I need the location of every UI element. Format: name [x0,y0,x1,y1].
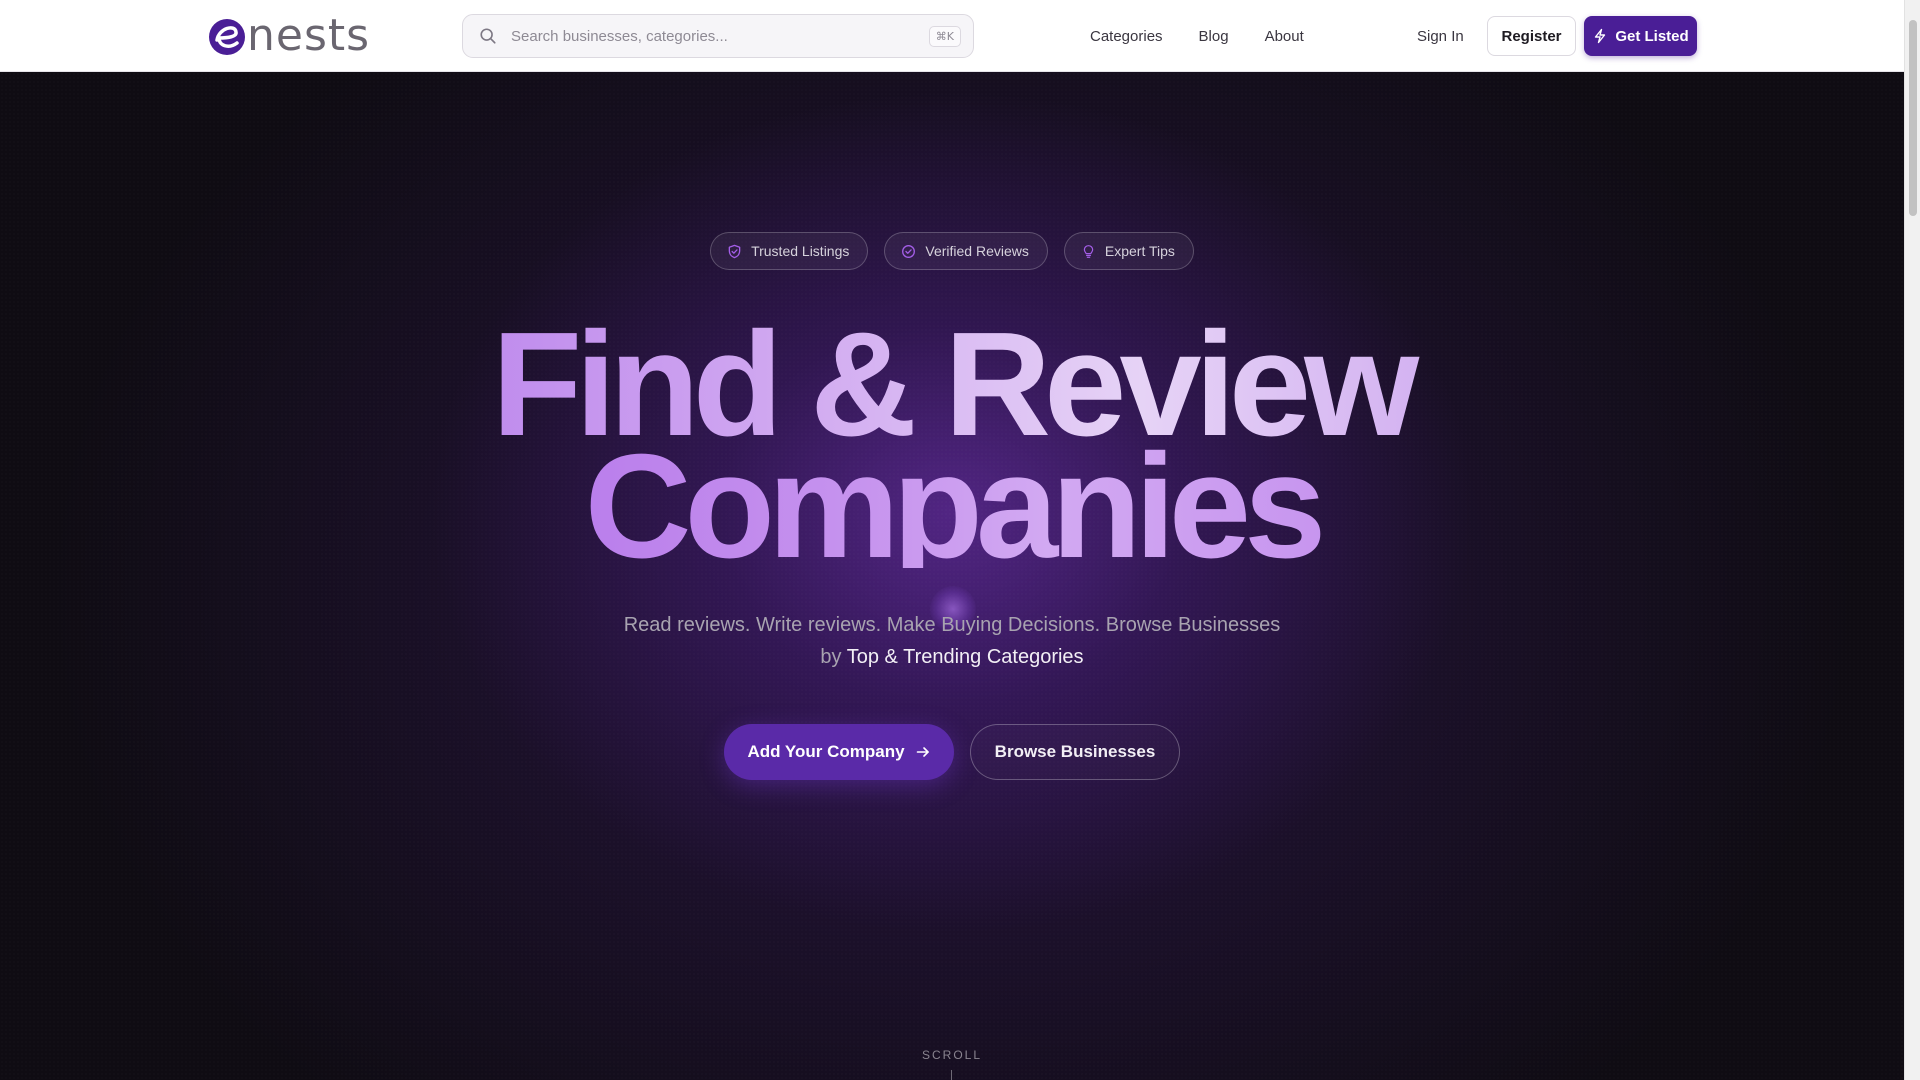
arrow-right-icon [916,747,929,757]
headline-line-2: Companies [0,433,1904,581]
badge-expert-tips: Expert Tips [1063,232,1194,270]
scrollbar-thumb[interactable] [1909,20,1917,216]
search-bar[interactable]: ⌘K [462,14,974,58]
badge-verified-reviews: Verified Reviews [884,232,1048,270]
nav-link-about[interactable]: About [1265,28,1304,45]
hero-headline: Find & Review Companies [0,311,1904,581]
nav-link-categories[interactable]: Categories [1090,28,1163,45]
search-icon [480,28,496,44]
badge-trusted-listings: Trusted Listings [710,232,869,270]
search-input[interactable] [509,21,929,51]
add-company-label: Add Your Company [747,742,905,761]
shield-check-icon [728,244,741,258]
nav-link-blog[interactable]: Blog [1199,28,1229,45]
hero-section: Trusted Listings Verified Reviews Expert… [0,72,1904,1080]
add-company-button[interactable]: Add Your Company [724,724,954,780]
get-listed-label: Get Listed [1615,27,1689,45]
badge-label: Trusted Listings [751,243,850,259]
scroll-indicator-label: SCROLL [921,1048,983,1062]
top-navigation-bar: nests ⌘K Categories Blog About Sign In R… [0,0,1904,72]
browse-businesses-button[interactable]: Browse Businesses [970,724,1180,780]
lightning-icon [1595,28,1606,44]
search-shortcut-hint: ⌘K [928,25,961,47]
site-logo[interactable]: nests [207,14,370,58]
badge-label: Expert Tips [1104,243,1175,259]
logo-wordmark: nests [247,10,371,61]
hero-subtitle: Read reviews. Write reviews. Make Buying… [0,609,1904,673]
subtitle-line-2-prefix: by [820,646,847,668]
circle-check-icon [902,244,916,258]
lightbulb-icon [1083,244,1094,258]
subtitle-highlight: Top & Trending Categories [846,646,1084,668]
trust-badges: Trusted Listings Verified Reviews Expert… [0,232,1904,270]
register-button[interactable]: Register [1487,16,1576,56]
sign-in-link[interactable]: Sign In [1417,0,1464,72]
scroll-indicator-line [951,1070,952,1080]
primary-nav: Categories Blog About [1090,0,1340,72]
subtitle-line-1: Read reviews. Write reviews. Make Buying… [623,614,1281,636]
get-listed-button[interactable]: Get Listed [1584,16,1697,56]
page-scrollbar[interactable] [1904,0,1920,1080]
logo-mark-icon [209,19,245,55]
badge-label: Verified Reviews [925,243,1029,259]
hero-cta-row: Add Your Company Browse Businesses [0,724,1904,780]
